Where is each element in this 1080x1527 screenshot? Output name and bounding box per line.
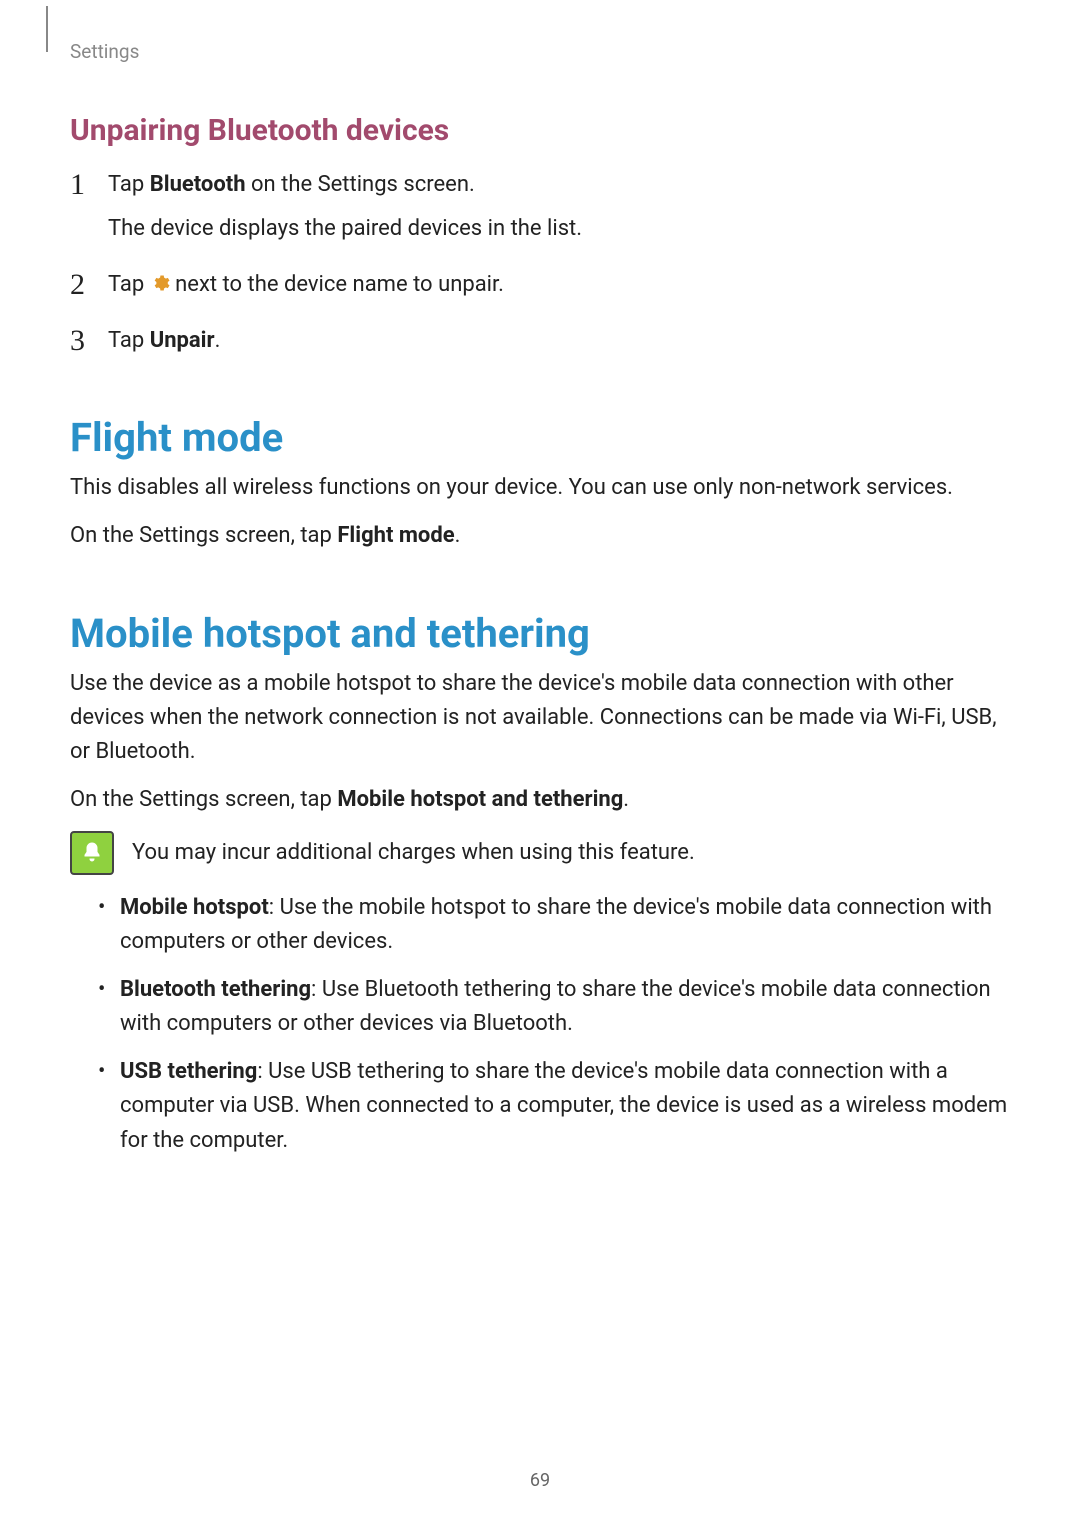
header-section-label: Settings — [70, 40, 1010, 63]
note-text: You may incur additional charges when us… — [132, 836, 695, 869]
bullet-usb-tethering: USB tethering: Use USB tethering to shar… — [98, 1055, 1010, 1157]
page-number: 69 — [0, 1470, 1080, 1491]
bullet-mobile-hotspot: Mobile hotspot: Use the mobile hotspot t… — [98, 891, 1010, 959]
flight-path-post: . — [455, 523, 461, 548]
flight-mode-path: On the Settings screen, tap Flight mode. — [70, 519, 1010, 553]
step-3-bold: Unpair — [150, 328, 215, 353]
step-1-bold: Bluetooth — [150, 172, 246, 197]
step-1-text-post: on the Settings screen. — [246, 172, 475, 197]
bullet-bluetooth-tethering: Bluetooth tethering: Use Bluetooth tethe… — [98, 973, 1010, 1041]
bullet-3-bold: USB tethering — [120, 1059, 257, 1084]
bullet-2-bold: Bluetooth tethering — [120, 977, 311, 1002]
hotspot-desc: Use the device as a mobile hotspot to sh… — [70, 667, 1010, 769]
hotspot-path-post: . — [623, 787, 629, 812]
flight-mode-desc: This disables all wireless functions on … — [70, 471, 1010, 505]
hotspot-path: On the Settings screen, tap Mobile hotsp… — [70, 783, 1010, 817]
heading-unpairing: Unpairing Bluetooth devices — [70, 113, 1010, 148]
hotspot-path-pre: On the Settings screen, tap — [70, 787, 337, 812]
header-vertical-rule — [46, 6, 48, 52]
step-2: Tap next to the device name to unpair. — [70, 268, 1010, 302]
step-3-text-pre: Tap — [108, 328, 150, 353]
step-2-text-post: next to the device name to unpair. — [170, 272, 504, 297]
step-2-text-pre: Tap — [108, 272, 150, 297]
hotspot-path-bold: Mobile hotspot and tethering — [337, 787, 623, 812]
step-3-text-post: . — [215, 328, 221, 353]
note-callout: You may incur additional charges when us… — [70, 831, 1010, 875]
step-1: Tap Bluetooth on the Settings screen. Th… — [70, 168, 1010, 246]
flight-path-bold: Flight mode — [337, 523, 454, 548]
heading-hotspot: Mobile hotspot and tethering — [70, 610, 1010, 657]
step-1-text-pre: Tap — [108, 172, 150, 197]
bullet-1-bold: Mobile hotspot — [120, 895, 269, 920]
hotspot-options: Mobile hotspot: Use the mobile hotspot t… — [70, 891, 1010, 1158]
step-1-subtext: The device displays the paired devices i… — [108, 212, 1010, 246]
step-3: Tap Unpair. — [70, 324, 1010, 358]
bell-icon — [70, 831, 114, 875]
heading-flight-mode: Flight mode — [70, 414, 1010, 461]
unpairing-steps: Tap Bluetooth on the Settings screen. Th… — [70, 168, 1010, 358]
flight-path-pre: On the Settings screen, tap — [70, 523, 337, 548]
document-page: Settings Unpairing Bluetooth devices Tap… — [0, 0, 1080, 1158]
gear-icon — [150, 273, 170, 293]
